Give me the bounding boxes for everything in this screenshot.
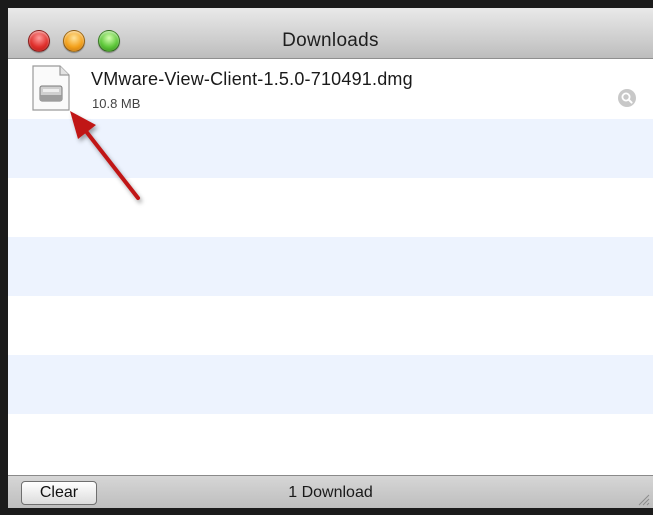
- download-count: 1 Download: [288, 484, 373, 501]
- status-bar: Clear 1 Download: [8, 475, 653, 508]
- list-stripe: [8, 237, 653, 296]
- window-title: Downloads: [282, 30, 379, 51]
- title-bar[interactable]: Downloads: [8, 8, 653, 59]
- download-item[interactable]: VMware-View-Client-1.5.0-710491.dmg 10.8…: [8, 59, 653, 119]
- magnifier-icon[interactable]: [617, 88, 637, 108]
- list-stripe: [8, 355, 653, 414]
- file-name: VMware-View-Client-1.5.0-710491.dmg: [91, 69, 413, 89]
- disk-image-icon[interactable]: [30, 64, 72, 112]
- downloads-window: Downloads VMware-View-Client-1.5.0-71049…: [8, 8, 653, 508]
- resize-grip-icon[interactable]: [636, 492, 650, 506]
- file-size: 10.8 MB: [92, 96, 141, 111]
- downloads-list: VMware-View-Client-1.5.0-710491.dmg 10.8…: [8, 59, 653, 475]
- list-stripe: [8, 119, 653, 178]
- screenshot-frame: Downloads VMware-View-Client-1.5.0-71049…: [0, 0, 653, 515]
